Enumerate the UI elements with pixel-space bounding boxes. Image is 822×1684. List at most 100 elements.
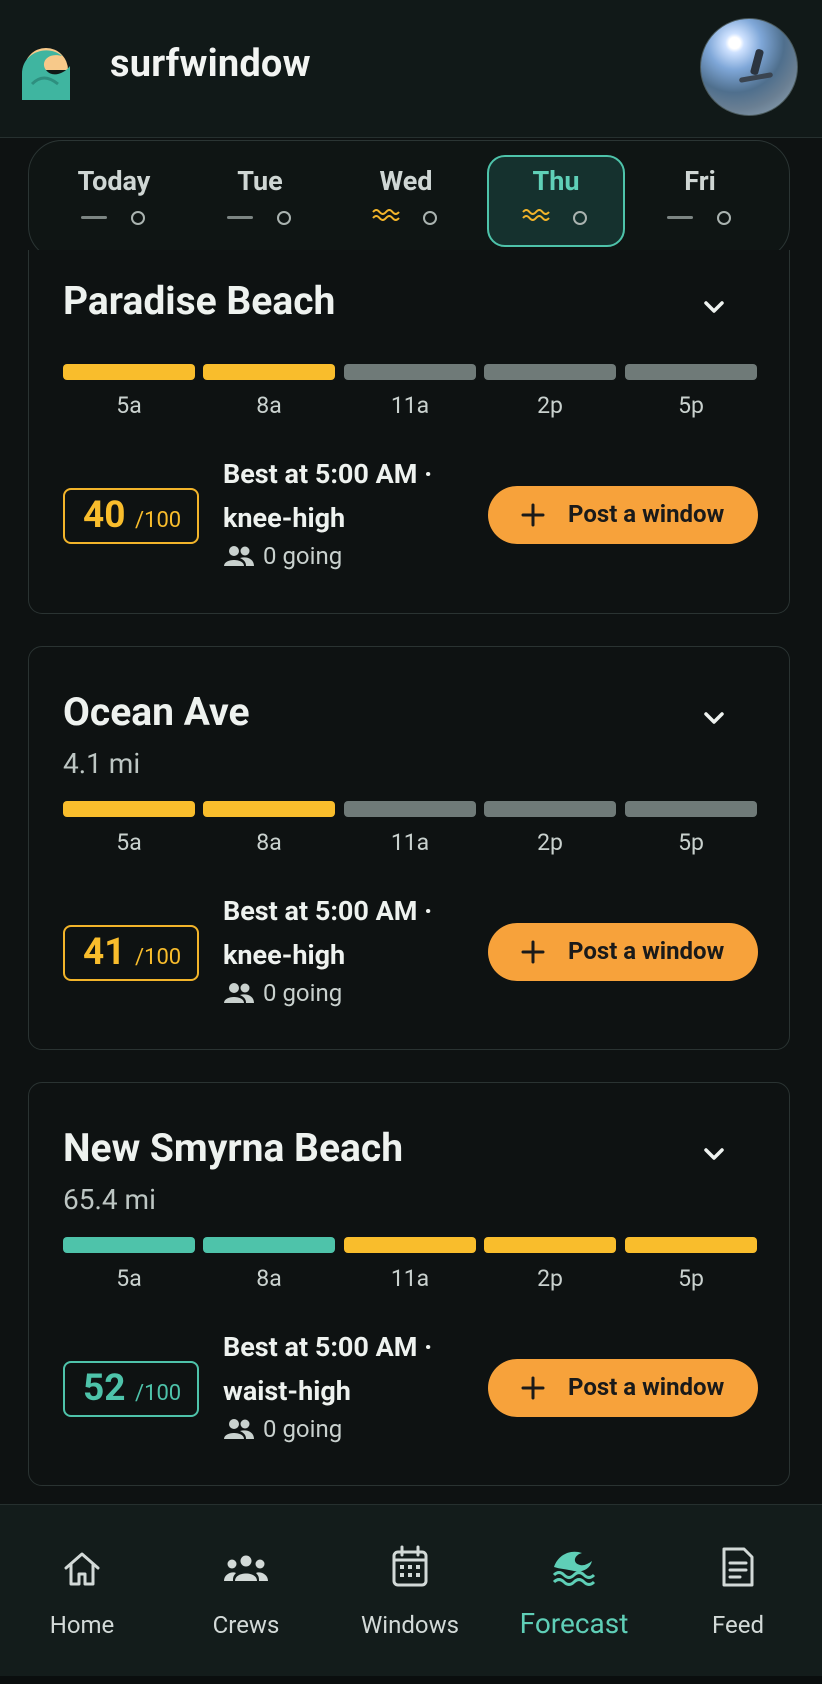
score-suffix: /100 — [135, 945, 182, 970]
wave-indicator-icon — [522, 209, 550, 221]
time-labels: 5a 8a 11a 2p 5p — [63, 1265, 757, 1295]
dash-icon — [665, 209, 695, 225]
best-time: Best at 5:00 AM · waist-high — [223, 1325, 463, 1413]
time-label: 11a — [390, 829, 430, 856]
going-label: 0 going — [263, 979, 343, 1007]
post-window-label: Post a window — [568, 937, 725, 965]
circle-icon — [423, 211, 437, 225]
circle-icon — [717, 211, 731, 225]
day-tab-wed[interactable]: Wed — [337, 155, 475, 247]
post-window-label: Post a window — [568, 1373, 725, 1401]
dash-icon — [79, 209, 109, 225]
wave-icon — [552, 1551, 596, 1586]
hourly-rating-bars — [63, 801, 757, 817]
rating-bar — [484, 1237, 616, 1253]
people-icon — [224, 546, 254, 566]
post-window-button[interactable]: Post a window — [488, 486, 758, 544]
nav-label: Feed — [711, 1611, 764, 1639]
score-badge: 41 /100 — [63, 925, 199, 981]
rating-bar — [484, 801, 616, 817]
time-label: 2p — [537, 829, 563, 856]
calendar-icon — [392, 1545, 428, 1587]
nav-windows[interactable]: Windows — [328, 1505, 492, 1655]
day-label: Thu — [532, 165, 580, 197]
time-label: 5p — [678, 392, 704, 419]
nav-forecast[interactable]: Forecast — [492, 1505, 656, 1655]
home-icon — [64, 1552, 100, 1586]
going-label: 0 going — [263, 1415, 343, 1443]
circle-icon — [277, 211, 291, 225]
rating-bar — [484, 364, 616, 380]
nav-crews[interactable]: Crews — [164, 1505, 328, 1655]
wave-height: knee-high — [223, 939, 346, 971]
time-label: 8a — [256, 392, 282, 419]
time-label: 5p — [678, 1265, 704, 1292]
spot-name: Paradise Beach — [63, 278, 336, 324]
hourly-rating-bars — [63, 364, 757, 380]
spot-card[interactable]: New Smyrna Beach 65.4 mi 5a 8a 11a 2p 5p… — [28, 1082, 790, 1486]
time-label: 11a — [390, 1265, 430, 1292]
score-suffix: /100 — [135, 1381, 182, 1406]
hourly-rating-bars — [63, 1237, 757, 1253]
day-tab-thu[interactable]: Thu — [487, 155, 625, 247]
nav-label: Forecast — [519, 1607, 629, 1640]
best-time-line: Best at 5:00 AM · — [223, 895, 433, 927]
post-window-label: Post a window — [568, 500, 725, 528]
time-label: 5a — [116, 1265, 142, 1292]
best-time: Best at 5:00 AM · knee-high — [223, 452, 463, 540]
going-label: 0 going — [263, 542, 343, 570]
spot-distance: 65.4 mi — [63, 1183, 156, 1216]
circle-icon — [573, 211, 587, 225]
best-time-line: Best at 5:00 AM · — [223, 458, 433, 490]
rating-bar — [63, 801, 195, 817]
time-label: 8a — [256, 829, 282, 856]
rating-bar — [203, 801, 335, 817]
rating-bar — [625, 364, 757, 380]
score-value: 40 — [83, 494, 126, 537]
nav-home[interactable]: Home — [0, 1505, 164, 1655]
rating-bar — [625, 801, 757, 817]
time-label: 8a — [256, 1265, 282, 1292]
post-window-button[interactable]: Post a window — [488, 1359, 758, 1417]
day-tab-today[interactable]: Today — [45, 155, 183, 247]
day-tab-fri[interactable]: Fri — [631, 155, 769, 247]
best-time-line: Best at 5:00 AM · — [223, 1331, 433, 1363]
chevron-down-icon[interactable] — [699, 292, 729, 322]
spot-card[interactable]: Ocean Ave 4.1 mi 5a 8a 11a 2p 5p 41 /100… — [28, 646, 790, 1050]
rating-bar — [344, 1237, 476, 1253]
day-tab-tue[interactable]: Tue — [191, 155, 329, 247]
system-gesture-bar — [0, 1676, 822, 1684]
avatar[interactable] — [700, 18, 798, 116]
score-value: 52 — [83, 1367, 126, 1410]
rating-bar — [63, 364, 195, 380]
spot-name: Ocean Ave — [63, 689, 250, 735]
day-label: Wed — [379, 165, 433, 197]
nav-label: Home — [49, 1611, 115, 1639]
time-labels: 5a 8a 11a 2p 5p — [63, 829, 757, 859]
surfwindow-logo-icon — [22, 48, 70, 100]
rating-bar — [203, 364, 335, 380]
day-label: Tue — [237, 165, 283, 197]
time-label: 2p — [537, 392, 563, 419]
plus-icon — [521, 1376, 545, 1400]
wave-height: knee-high — [223, 502, 346, 534]
day-label: Fri — [684, 165, 716, 197]
chevron-down-icon[interactable] — [699, 703, 729, 733]
score-value: 41 — [83, 931, 126, 974]
post-window-button[interactable]: Post a window — [488, 923, 758, 981]
nav-feed[interactable]: Feed — [656, 1505, 820, 1655]
score-badge: 40 /100 — [63, 488, 199, 544]
nav-label: Crews — [212, 1611, 280, 1639]
spot-distance: 4.1 mi — [63, 747, 141, 780]
rating-bar — [344, 364, 476, 380]
chevron-down-icon[interactable] — [699, 1139, 729, 1169]
app-header: surfwindow — [0, 0, 822, 138]
dash-icon — [225, 209, 255, 225]
time-labels: 5a 8a 11a 2p 5p — [63, 392, 757, 422]
best-time: Best at 5:00 AM · knee-high — [223, 889, 463, 977]
spot-name: New Smyrna Beach — [63, 1125, 404, 1171]
circle-icon — [131, 211, 145, 225]
wave-indicator-icon — [372, 209, 400, 221]
spot-card[interactable]: Paradise Beach 5a 8a 11a 2p 5p 40 /100 B… — [28, 250, 790, 614]
rating-bar — [625, 1237, 757, 1253]
